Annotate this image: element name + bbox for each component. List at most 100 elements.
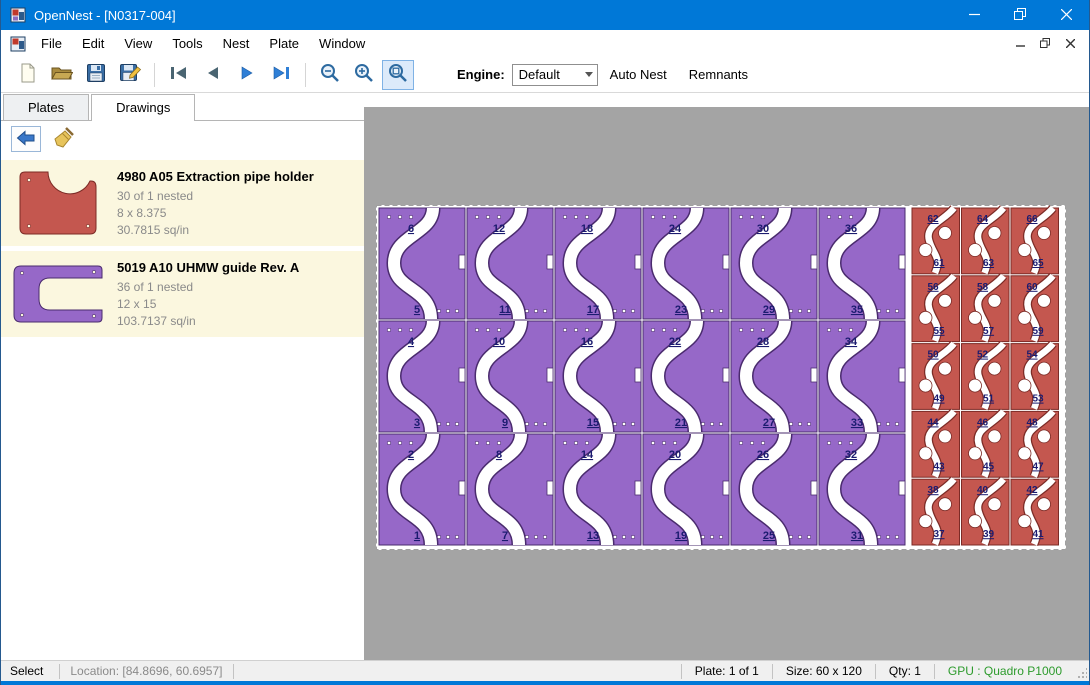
- drill-hole: [838, 441, 841, 444]
- red-part-pair[interactable]: 5049: [912, 344, 960, 410]
- red-part-pair[interactable]: 5251: [962, 344, 1010, 410]
- red-part-pair[interactable]: 4241: [1011, 479, 1059, 545]
- last-plate-button[interactable]: [265, 60, 297, 90]
- purple-part-pair[interactable]: 1413: [555, 434, 641, 545]
- drill-hole: [613, 535, 616, 538]
- red-part-pair[interactable]: 4443: [912, 411, 960, 477]
- part-number: 38: [927, 485, 939, 496]
- tab-plates[interactable]: Plates: [3, 94, 89, 120]
- drill-hole: [387, 441, 390, 444]
- drill-hole: [398, 215, 401, 218]
- purple-part-pair[interactable]: 65: [379, 208, 465, 319]
- red-part-pair[interactable]: 4645: [962, 411, 1010, 477]
- purple-part-pair[interactable]: 1817: [555, 208, 641, 319]
- red-part-pair[interactable]: 4039: [962, 479, 1010, 545]
- red-part-pair[interactable]: 3837: [912, 479, 960, 545]
- pipe-hole: [939, 430, 952, 443]
- purple-part-pair[interactable]: 43: [379, 321, 465, 432]
- purple-part-pair[interactable]: 2423: [643, 208, 729, 319]
- drill-hole: [662, 441, 665, 444]
- red-part-pair[interactable]: 5655: [912, 276, 960, 342]
- drill-hole: [739, 215, 742, 218]
- drill-hole: [849, 441, 852, 444]
- remnants-button[interactable]: Remnants: [679, 61, 758, 88]
- part-number: 48: [1026, 417, 1038, 428]
- menu-tools[interactable]: Tools: [162, 31, 212, 56]
- menu-window[interactable]: Window: [309, 31, 375, 56]
- new-button[interactable]: [12, 60, 44, 90]
- zoom-out-button[interactable]: [314, 60, 346, 90]
- red-part-pair[interactable]: 6665: [1011, 208, 1059, 274]
- part-number: 14: [581, 449, 594, 461]
- drill-hole: [534, 535, 537, 538]
- first-plate-button[interactable]: [163, 60, 195, 90]
- red-part-pair[interactable]: 6059: [1011, 276, 1059, 342]
- menu-edit[interactable]: Edit: [72, 31, 114, 56]
- next-plate-button[interactable]: [231, 60, 263, 90]
- auto-nest-button[interactable]: Auto Nest: [600, 61, 677, 88]
- mdi-minimize-button[interactable]: [1009, 34, 1031, 53]
- part-number: 33: [851, 417, 863, 429]
- purple-part-pair[interactable]: 2221: [643, 321, 729, 432]
- red-part-pair[interactable]: 5857: [962, 276, 1010, 342]
- purple-part-pair[interactable]: 1615: [555, 321, 641, 432]
- engine-select[interactable]: Default: [512, 64, 598, 86]
- mdi-document-icon[interactable]: [10, 36, 26, 52]
- part-number: 51: [983, 394, 995, 405]
- close-button[interactable]: [1043, 0, 1089, 30]
- part-number: 16: [581, 336, 593, 348]
- save-button[interactable]: [80, 60, 112, 90]
- resize-grip[interactable]: [1075, 661, 1089, 681]
- open-button[interactable]: [46, 60, 78, 90]
- zoom-fit-button[interactable]: [382, 60, 414, 90]
- drill-hole: [750, 328, 753, 331]
- drill-hole: [563, 441, 566, 444]
- purple-part-pair[interactable]: 3029: [731, 208, 817, 319]
- purple-part-pair[interactable]: 21: [379, 434, 465, 545]
- drill-hole: [446, 535, 449, 538]
- save-as-button[interactable]: [114, 60, 146, 90]
- purple-part-pair[interactable]: 87: [467, 434, 553, 545]
- minimize-button[interactable]: [951, 0, 997, 30]
- purple-part-pair[interactable]: 3433: [819, 321, 905, 432]
- purple-part-pair[interactable]: 2625: [731, 434, 817, 545]
- maximize-button[interactable]: [997, 0, 1043, 30]
- menu-view[interactable]: View: [114, 31, 162, 56]
- purple-part-pair[interactable]: 109: [467, 321, 553, 432]
- red-part-pair[interactable]: 6463: [962, 208, 1010, 274]
- plate-sheet[interactable]: 6512111817242330293635431091615222128273…: [376, 205, 1066, 550]
- menu-plate[interactable]: Plate: [259, 31, 309, 56]
- send-back-button[interactable]: [11, 126, 41, 152]
- drill-hole: [739, 441, 742, 444]
- pipe-hole: [1038, 498, 1051, 511]
- pipe-hole: [1018, 515, 1031, 528]
- red-part-pair[interactable]: 6261: [912, 208, 960, 274]
- drawings-toolbar: [1, 121, 364, 157]
- mdi-restore-button[interactable]: [1034, 34, 1056, 53]
- list-item[interactable]: 5019 A10 UHMW guide Rev. A 36 of 1 neste…: [1, 251, 364, 337]
- purple-part-pair[interactable]: 1211: [467, 208, 553, 319]
- part-number: 10: [493, 336, 505, 348]
- menu-nest[interactable]: Nest: [213, 31, 260, 56]
- list-item[interactable]: 4980 A05 Extraction pipe holder 30 of 1 …: [1, 160, 364, 246]
- red-part-pair[interactable]: 5453: [1011, 344, 1059, 410]
- clear-button[interactable]: [49, 126, 79, 152]
- zoom-in-button[interactable]: [348, 60, 380, 90]
- purple-part-pair[interactable]: 3231: [819, 434, 905, 545]
- drill-hole: [895, 309, 898, 312]
- mdi-close-button[interactable]: [1059, 34, 1081, 53]
- drill-hole: [534, 422, 537, 425]
- previous-plate-button[interactable]: [197, 60, 229, 90]
- drawing-nested-count: 36 of 1 nested: [117, 279, 358, 296]
- purple-part-pair[interactable]: 2019: [643, 434, 729, 545]
- purple-part-pair[interactable]: 3635: [819, 208, 905, 319]
- menu-file[interactable]: File: [31, 31, 72, 56]
- plate-qty: Qty: 1: [876, 664, 934, 678]
- drawing-info: 5019 A10 UHMW guide Rev. A 36 of 1 neste…: [109, 258, 358, 330]
- tab-drawings[interactable]: Drawings: [91, 94, 195, 121]
- part-number: 58: [977, 282, 989, 293]
- canvas-background[interactable]: 6512111817242330293635431091615222128273…: [364, 107, 1089, 660]
- red-part-pair[interactable]: 4847: [1011, 411, 1059, 477]
- purple-part-pair[interactable]: 2827: [731, 321, 817, 432]
- drill-hole: [849, 328, 852, 331]
